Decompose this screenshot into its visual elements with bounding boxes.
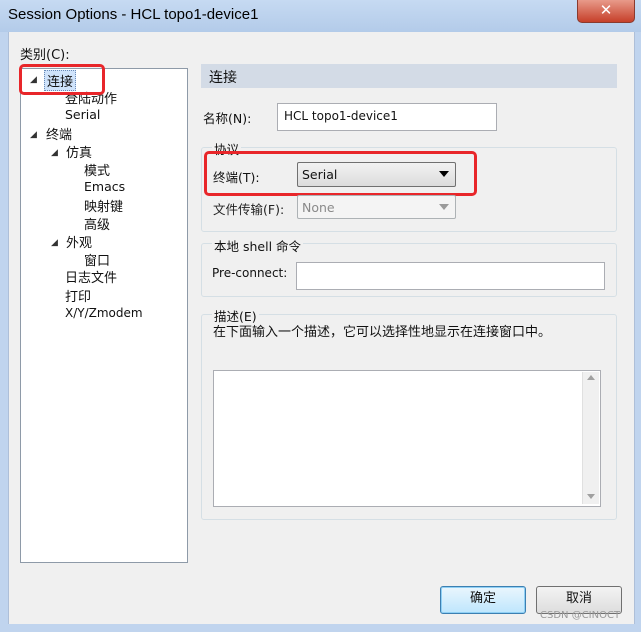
watermark-text: CSDN @CINOCT — [540, 610, 621, 621]
window-frame-left — [0, 32, 8, 624]
panel-header: 连接 — [201, 64, 617, 88]
description-textarea[interactable] — [213, 370, 601, 507]
highlight-box-connection — [19, 64, 105, 95]
tree-item-terminal[interactable]: 终端 — [46, 124, 72, 143]
window-title: Session Options - HCL topo1-device1 — [8, 6, 259, 23]
window-frame-bottom — [0, 624, 641, 632]
category-label: 类别(C): — [20, 48, 70, 63]
expanded-triangle-icon[interactable]: ◢ — [51, 238, 58, 248]
name-value: HCL topo1-device1 — [284, 109, 398, 123]
tree-item-emulation[interactable]: 仿真 — [66, 142, 92, 161]
tree-item-serial[interactable]: Serial — [65, 107, 100, 122]
tree-item-modes[interactable]: 模式 — [84, 160, 110, 179]
panel-title: 连接 — [209, 70, 237, 86]
description-scrollbar[interactable] — [582, 372, 599, 504]
tree-item-xyzmodem[interactable]: X/Y/Zmodem — [65, 306, 143, 320]
pre-connect-label: Pre-connect: — [212, 266, 288, 280]
tree-item-emacs[interactable]: Emacs — [84, 179, 125, 194]
expanded-triangle-icon[interactable]: ◢ — [51, 148, 58, 158]
scroll-up-icon[interactable] — [587, 375, 595, 380]
dropdown-arrow-icon — [439, 204, 449, 210]
tree-item-mapped-keys[interactable]: 映射键 — [84, 196, 123, 215]
tree-item-log-file[interactable]: 日志文件 — [65, 267, 117, 286]
pre-connect-input[interactable] — [296, 262, 605, 290]
tree-item-printing[interactable]: 打印 — [65, 286, 91, 305]
highlight-box-terminal — [204, 151, 477, 196]
category-tree[interactable]: ◢ 连接 登陆动作 Serial ◢ 终端 ◢ 仿真 模式 Emacs 映射键 … — [20, 68, 188, 563]
close-icon: ✕ — [599, 1, 613, 19]
description-hint: 在下面输入一个描述，它可以选择性地显示在连接窗口中。 — [213, 325, 552, 340]
close-button[interactable]: ✕ — [577, 0, 635, 23]
tree-item-appearance[interactable]: 外观 — [66, 232, 92, 251]
name-label: 名称(N): — [203, 111, 252, 126]
file-transfer-select-value: None — [302, 200, 335, 215]
local-shell-group-title: 本地 shell 命令 — [212, 236, 304, 255]
ok-button[interactable]: 确定 — [440, 586, 526, 614]
description-group-title: 描述(E) — [212, 306, 259, 325]
title-bar: Session Options - HCL topo1-device1 ✕ — [0, 0, 641, 33]
expanded-triangle-icon[interactable]: ◢ — [30, 130, 37, 140]
tree-item-advanced[interactable]: 高级 — [84, 214, 110, 233]
name-input[interactable]: HCL topo1-device1 — [277, 103, 497, 131]
file-transfer-label: 文件传输(F): — [213, 202, 285, 217]
scroll-down-icon[interactable] — [587, 494, 595, 499]
file-transfer-select[interactable]: None — [297, 195, 456, 219]
